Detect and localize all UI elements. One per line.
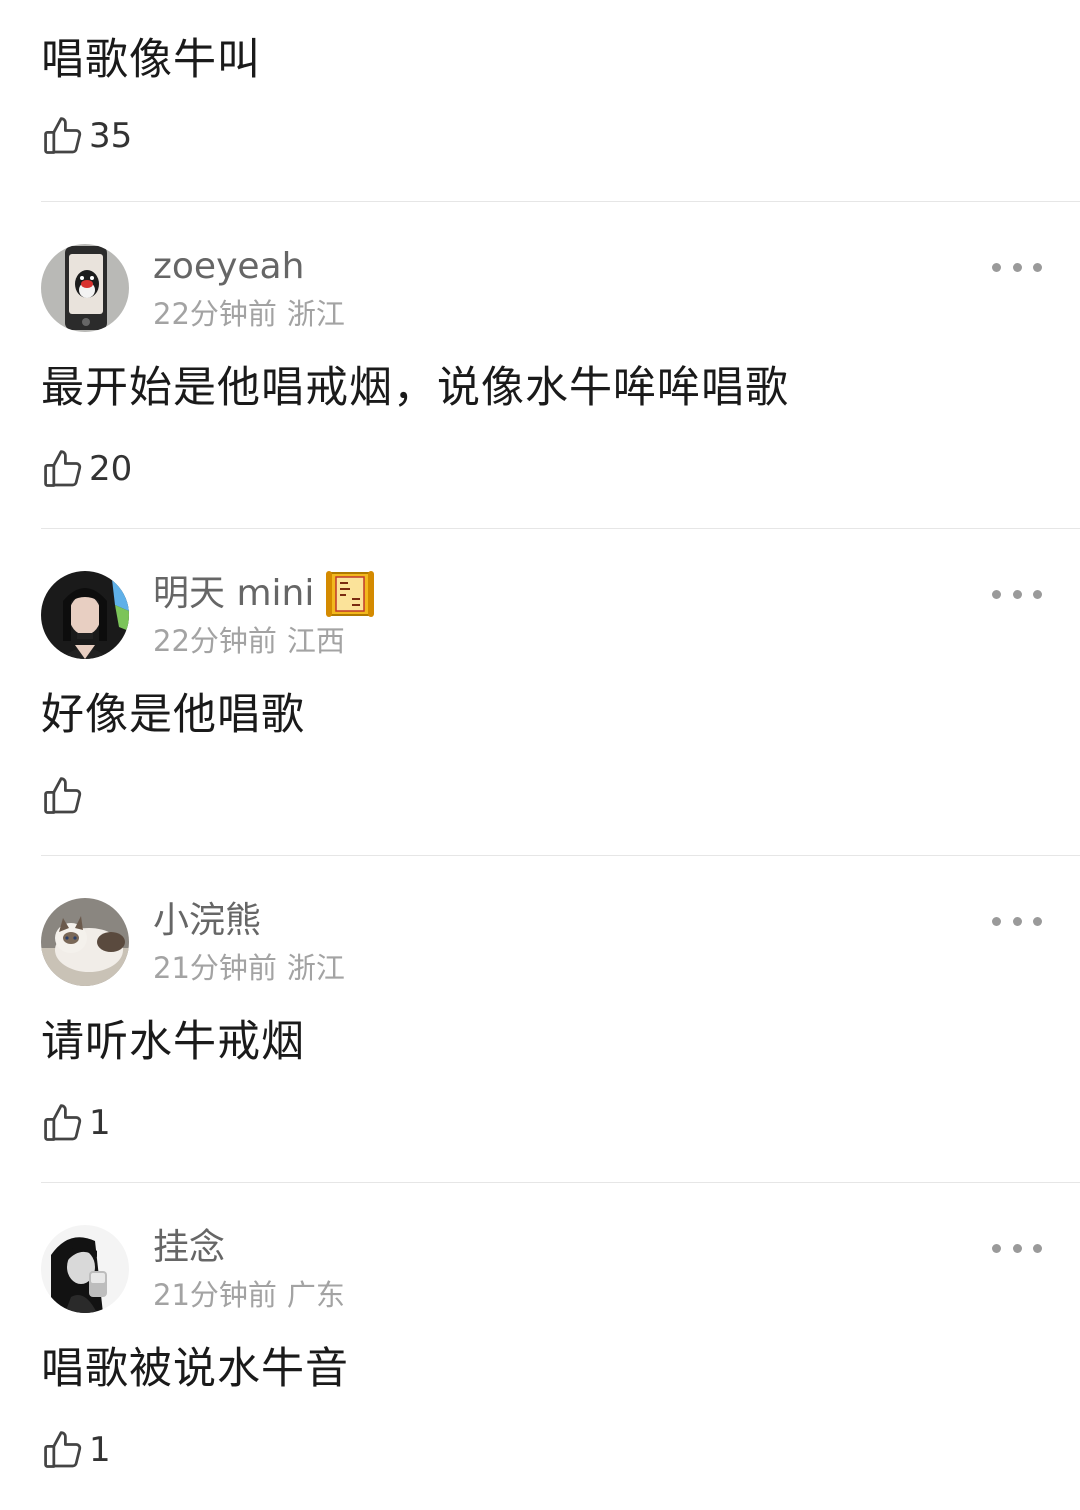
like-button[interactable]: 1 (41, 1426, 111, 1474)
comment-item: 小浣熊 21分钟前 浙江 请听水牛戒烟 1 (0, 856, 1080, 1183)
username-row: 挂念 (153, 1224, 225, 1272)
comment-location: 浙江 (286, 951, 345, 985)
more-dot-icon (1012, 262, 1022, 272)
more-dot-icon (1012, 916, 1022, 926)
like-count: 20 (89, 449, 133, 489)
more-dot-icon (992, 589, 1001, 599)
more-dot-icon (1033, 1243, 1042, 1253)
username[interactable]: zoeyeah (153, 243, 304, 291)
thumbs-up-icon (44, 117, 82, 154)
like-count: 1 (89, 1103, 111, 1143)
more-options-button[interactable] (992, 908, 1042, 934)
comment-meta: 21分钟前 浙江 (153, 950, 345, 986)
more-dot-icon (992, 916, 1001, 926)
comment-item: zoeyeah 22分钟前 浙江 最开始是他唱戒烟，说像水牛哞哞唱歌 20 (0, 202, 1080, 529)
username-row: 小浣熊 (153, 897, 261, 945)
comment-meta: 22分钟前 浙江 (153, 296, 345, 332)
like-count: 1 (89, 1430, 111, 1470)
thumbs-up-icon (44, 1431, 82, 1468)
username-row: 明天 mini (153, 570, 376, 618)
username-row: zoeyeah (153, 243, 304, 291)
more-dot-icon (1012, 589, 1022, 599)
more-dot-icon (1033, 262, 1042, 272)
like-button[interactable]: 1 (41, 1099, 111, 1147)
comment-text: 请听水牛戒烟 (41, 1017, 305, 1067)
comment-text: 好像是他唱歌 (41, 690, 305, 740)
like-count: 35 (89, 116, 133, 156)
more-dot-icon (992, 262, 1001, 272)
avatar[interactable] (41, 1225, 129, 1313)
comment-meta: 21分钟前 广东 (153, 1277, 345, 1313)
username[interactable]: 小浣熊 (153, 897, 261, 945)
comment-location: 江西 (286, 624, 345, 658)
comment-time: 22分钟前 (153, 297, 277, 331)
comment-location: 广东 (286, 1278, 345, 1312)
comment-meta: 22分钟前 江西 (153, 623, 345, 659)
comment-time: 22分钟前 (153, 624, 277, 658)
comment-location: 浙江 (286, 297, 345, 331)
more-dot-icon (1033, 916, 1042, 926)
comment-time: 21分钟前 (153, 1278, 277, 1312)
comment-item: 明天 mini 22分钟前 江西 好像是他唱歌 (0, 529, 1080, 856)
more-dot-icon (992, 1243, 1001, 1253)
comment-text: 唱歌被说水牛音 (41, 1344, 349, 1394)
avatar[interactable] (41, 244, 129, 332)
comment-item: 唱歌像牛叫 35 (0, 0, 1080, 202)
comment-text: 唱歌像牛叫 (41, 35, 261, 85)
username[interactable]: 挂念 (153, 1224, 225, 1272)
username[interactable]: 明天 mini (153, 570, 314, 618)
more-options-button[interactable] (992, 581, 1042, 607)
thumbs-up-icon (44, 1104, 82, 1141)
comment-item: 挂念 21分钟前 广东 唱歌被说水牛音 1 (0, 1183, 1080, 1510)
comment-feed: 唱歌像牛叫 35 zoeyeah 22分钟前 浙江 最开始是他唱戒烟，说像水牛哞… (0, 0, 1080, 1510)
comment-text: 最开始是他唱戒烟，说像水牛哞哞唱歌 (41, 363, 789, 413)
comment-time: 21分钟前 (153, 951, 277, 985)
like-button[interactable] (41, 772, 89, 820)
avatar[interactable] (41, 898, 129, 986)
thumbs-up-icon (44, 450, 82, 487)
more-dot-icon (1012, 1243, 1022, 1253)
thumbs-up-icon (44, 777, 82, 814)
avatar[interactable] (41, 571, 129, 659)
like-button[interactable]: 35 (41, 112, 132, 160)
gold-scroll-badge-icon (326, 571, 375, 617)
more-options-button[interactable] (992, 254, 1042, 280)
more-options-button[interactable] (992, 1235, 1042, 1261)
more-dot-icon (1033, 589, 1042, 599)
like-button[interactable]: 20 (41, 445, 132, 493)
